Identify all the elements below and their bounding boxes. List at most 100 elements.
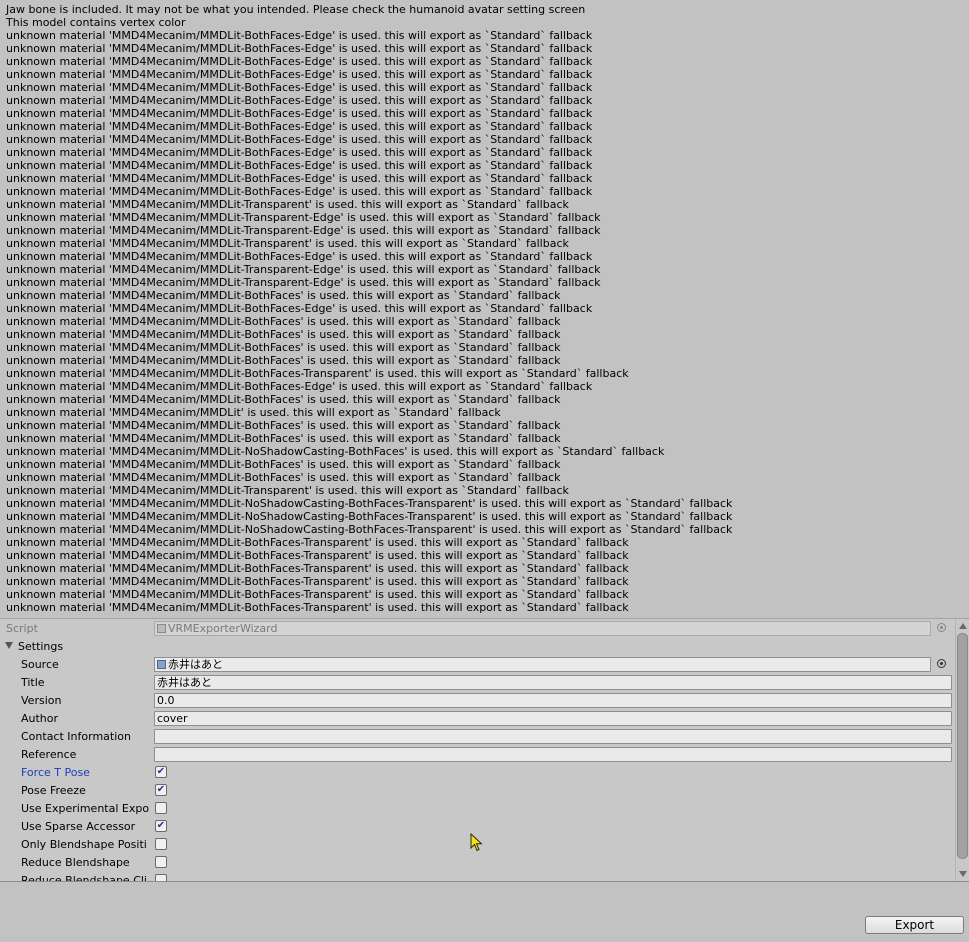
version-input[interactable]: 0.0 xyxy=(154,693,952,708)
checkmark-icon: ✔ xyxy=(156,766,166,777)
log-line: unknown material 'MMD4Mecanim/MMDLit' is… xyxy=(6,406,501,419)
log-line: unknown material 'MMD4Mecanim/MMDLit-Bot… xyxy=(6,29,593,42)
log-line: unknown material 'MMD4Mecanim/MMDLit-Tra… xyxy=(6,224,601,237)
log-line: unknown material 'MMD4Mecanim/MMDLit-Bot… xyxy=(6,289,561,302)
author-input[interactable]: cover xyxy=(154,711,952,726)
toggle-row: Pose Freeze ✔ xyxy=(0,782,955,800)
script-file-icon xyxy=(157,624,166,633)
log-line: unknown material 'MMD4Mecanim/MMDLit-Tra… xyxy=(6,484,569,497)
contact-input[interactable] xyxy=(154,729,952,744)
log-line: unknown material 'MMD4Mecanim/MMDLit-Tra… xyxy=(6,276,601,289)
toggle-label: Only Blendshape Positi xyxy=(21,838,147,851)
source-value: 赤井はあと xyxy=(168,658,223,671)
author-row: Author cover xyxy=(0,710,955,728)
log-line: unknown material 'MMD4Mecanim/MMDLit-Bot… xyxy=(6,458,561,471)
log-line: unknown material 'MMD4Mecanim/MMDLit-Bot… xyxy=(6,419,561,432)
scrollbar-thumb[interactable] xyxy=(957,633,968,859)
script-row: Script VRMExporterWizard xyxy=(0,620,955,638)
log-line: unknown material 'MMD4Mecanim/MMDLit-Bot… xyxy=(6,55,593,68)
toggle-label: Pose Freeze xyxy=(21,784,86,797)
author-label: Author xyxy=(21,712,59,725)
log-line: unknown material 'MMD4Mecanim/MMDLit-Bot… xyxy=(6,471,561,484)
log-line: unknown material 'MMD4Mecanim/MMDLit-Bot… xyxy=(6,185,593,198)
reference-label: Reference xyxy=(21,748,77,761)
log-line: unknown material 'MMD4Mecanim/MMDLit-Bot… xyxy=(6,575,629,588)
toggle-checkbox[interactable]: ✔ xyxy=(155,766,167,778)
log-line: unknown material 'MMD4Mecanim/MMDLit-Tra… xyxy=(6,211,601,224)
inspector-scrollbar[interactable] xyxy=(955,619,969,881)
script-object-picker-icon xyxy=(937,623,946,632)
log-line: unknown material 'MMD4Mecanim/MMDLit-Tra… xyxy=(6,198,569,211)
console-log: Jaw bone is included. It may not be what… xyxy=(6,3,961,614)
toggle-label: Use Experimental Expo xyxy=(21,802,150,815)
script-label: Script xyxy=(6,622,38,635)
contact-row: Contact Information xyxy=(0,728,955,746)
log-line: unknown material 'MMD4Mecanim/MMDLit-Bot… xyxy=(6,81,593,94)
mouse-cursor-icon xyxy=(470,833,483,852)
settings-foldout[interactable]: Settings xyxy=(0,638,955,656)
version-row: Version 0.0 xyxy=(0,692,955,710)
log-line: unknown material 'MMD4Mecanim/MMDLit-Bot… xyxy=(6,68,593,81)
contact-label: Contact Information xyxy=(21,730,131,743)
log-line: unknown material 'MMD4Mecanim/MMDLit-Bot… xyxy=(6,42,593,55)
log-line: unknown material 'MMD4Mecanim/MMDLit-Tra… xyxy=(6,263,601,276)
toggle-row: Force T Pose ✔ xyxy=(0,764,955,782)
export-button[interactable]: Export xyxy=(865,916,964,934)
log-line: unknown material 'MMD4Mecanim/MMDLit-Bot… xyxy=(6,302,593,315)
scroll-down-icon[interactable] xyxy=(959,871,967,877)
source-object-picker-icon[interactable] xyxy=(937,659,946,668)
version-label: Version xyxy=(21,694,62,707)
toggle-checkbox[interactable] xyxy=(155,802,167,814)
reference-row: Reference xyxy=(0,746,955,764)
prefab-icon xyxy=(157,660,166,669)
log-line: unknown material 'MMD4Mecanim/MMDLit-Bot… xyxy=(6,146,593,159)
log-line: unknown material 'MMD4Mecanim/MMDLit-Bot… xyxy=(6,367,629,380)
log-line: unknown material 'MMD4Mecanim/MMDLit-Bot… xyxy=(6,380,593,393)
log-line: Jaw bone is included. It may not be what… xyxy=(6,3,586,16)
log-line: unknown material 'MMD4Mecanim/MMDLit-NoS… xyxy=(6,510,733,523)
log-line: unknown material 'MMD4Mecanim/MMDLit-Bot… xyxy=(6,341,561,354)
log-line: This model contains vertex color xyxy=(6,16,186,29)
checkmark-icon: ✔ xyxy=(156,784,166,795)
toggle-checkbox[interactable] xyxy=(155,856,167,868)
inspector-panel: Script VRMExporterWizard Settings Source… xyxy=(0,618,969,882)
toggle-row: Use Experimental Expo xyxy=(0,800,955,818)
source-row: Source 赤井はあと xyxy=(0,656,955,674)
settings-foldout-header[interactable]: Settings xyxy=(5,640,63,653)
toggle-label: Reduce Blendshape Cli xyxy=(21,874,147,882)
log-line: unknown material 'MMD4Mecanim/MMDLit-Bot… xyxy=(6,94,593,107)
source-field[interactable]: 赤井はあと xyxy=(154,657,931,672)
script-value: VRMExporterWizard xyxy=(168,622,278,635)
log-line: unknown material 'MMD4Mecanim/MMDLit-Bot… xyxy=(6,172,593,185)
toggle-checkbox[interactable]: ✔ xyxy=(155,784,167,796)
log-line: unknown material 'MMD4Mecanim/MMDLit-Bot… xyxy=(6,328,561,341)
toggle-label: Reduce Blendshape xyxy=(21,856,130,869)
log-line: unknown material 'MMD4Mecanim/MMDLit-Bot… xyxy=(6,536,629,549)
settings-label: Settings xyxy=(18,640,64,653)
title-input[interactable]: 赤井はあと xyxy=(154,675,952,690)
log-line: unknown material 'MMD4Mecanim/MMDLit-Bot… xyxy=(6,549,629,562)
log-line: unknown material 'MMD4Mecanim/MMDLit-Bot… xyxy=(6,588,629,601)
toggle-checkbox[interactable] xyxy=(155,838,167,850)
log-line: unknown material 'MMD4Mecanim/MMDLit-NoS… xyxy=(6,445,665,458)
log-line: unknown material 'MMD4Mecanim/MMDLit-Bot… xyxy=(6,601,629,614)
log-line: unknown material 'MMD4Mecanim/MMDLit-Bot… xyxy=(6,432,561,445)
log-line: unknown material 'MMD4Mecanim/MMDLit-Tra… xyxy=(6,237,569,250)
script-field: VRMExporterWizard xyxy=(154,621,931,636)
toggle-checkbox[interactable]: ✔ xyxy=(155,820,167,832)
toggle-row: Reduce Blendshape xyxy=(0,854,955,872)
toggle-checkbox[interactable] xyxy=(155,874,167,881)
toggle-label: Use Sparse Accessor xyxy=(21,820,136,833)
checkmark-icon: ✔ xyxy=(156,820,166,831)
log-line: unknown material 'MMD4Mecanim/MMDLit-Bot… xyxy=(6,562,629,575)
log-line: unknown material 'MMD4Mecanim/MMDLit-Bot… xyxy=(6,120,593,133)
log-line: unknown material 'MMD4Mecanim/MMDLit-Bot… xyxy=(6,393,561,406)
title-row: Title 赤井はあと xyxy=(0,674,955,692)
foldout-arrow-icon xyxy=(5,642,13,649)
toggle-label: Force T Pose xyxy=(21,766,90,779)
title-label: Title xyxy=(21,676,45,689)
scroll-up-icon[interactable] xyxy=(959,623,967,629)
log-line: unknown material 'MMD4Mecanim/MMDLit-Bot… xyxy=(6,315,561,328)
reference-input[interactable] xyxy=(154,747,952,762)
toggle-row: Reduce Blendshape Cli xyxy=(0,872,955,882)
